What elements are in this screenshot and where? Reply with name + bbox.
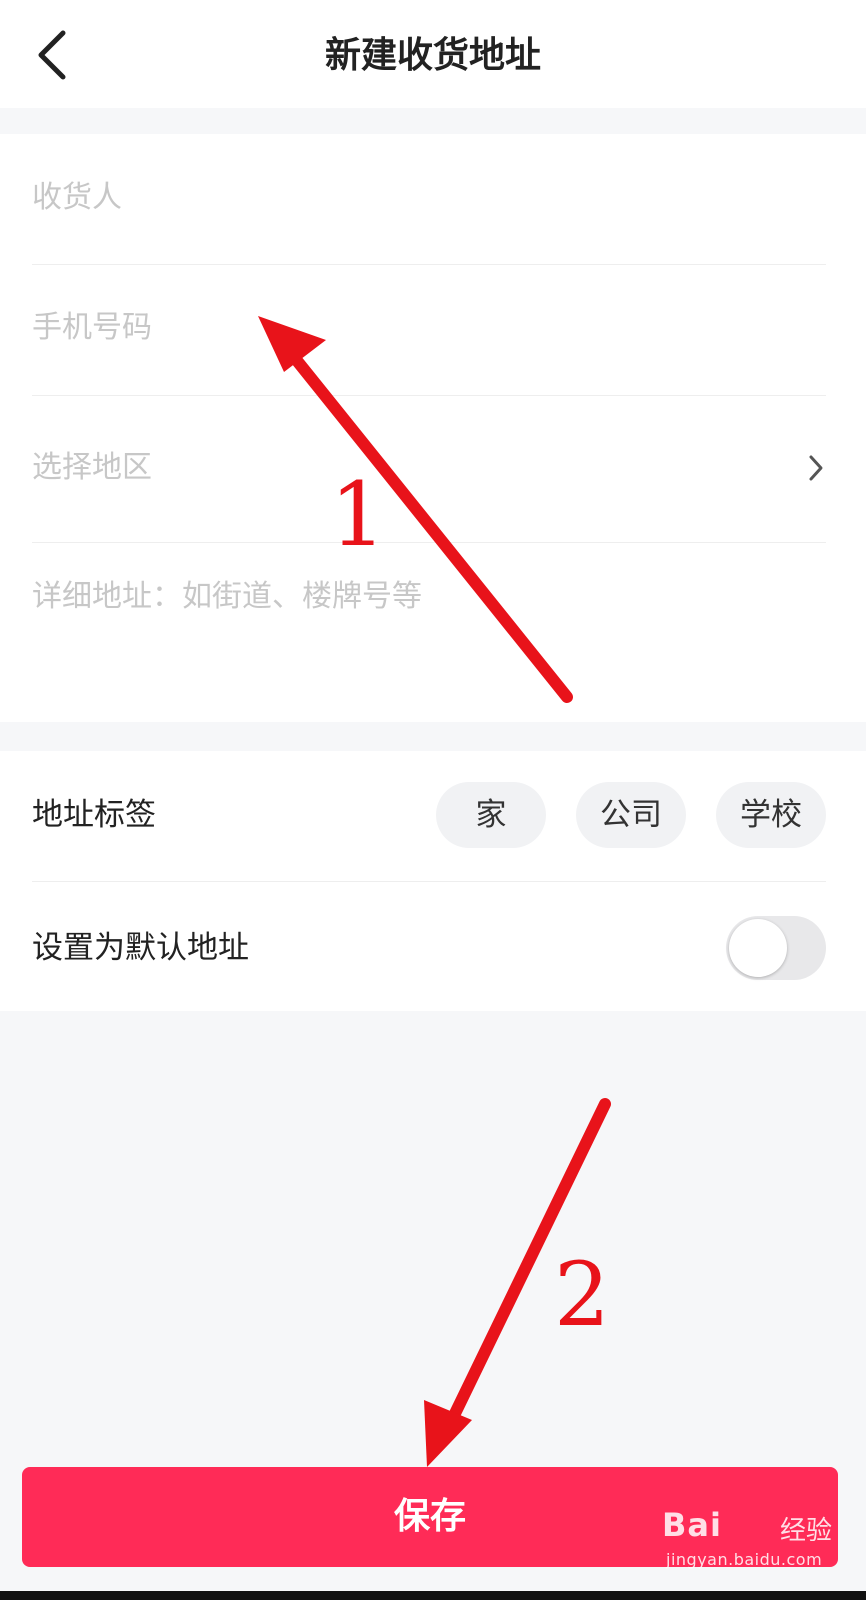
tag-school[interactable]: 学校 xyxy=(716,782,826,848)
address-options-card: 地址标签 家 公司 学校 设置为默认地址 xyxy=(0,751,866,1011)
region-selector[interactable]: 选择地区 xyxy=(32,396,826,543)
address-tag-label: 地址标签 xyxy=(32,797,156,833)
chevron-right-icon xyxy=(809,455,823,481)
detail-address-field[interactable]: 详细地址：如街道、楼牌号等 xyxy=(32,543,826,722)
detail-address-placeholder: 详细地址：如街道、楼牌号等 xyxy=(32,579,422,614)
tag-company[interactable]: 公司 xyxy=(576,782,686,848)
region-placeholder: 选择地区 xyxy=(32,450,152,485)
bottom-edge xyxy=(0,1591,866,1600)
phone-placeholder: 手机号码 xyxy=(32,310,152,345)
baidu-watermark: Bai 经验 jingyan.baidu.com xyxy=(662,1506,832,1578)
recipient-field[interactable]: 收货人 xyxy=(32,134,826,265)
default-address-toggle[interactable] xyxy=(726,916,826,980)
address-form-card: 收货人 手机号码 选择地区 详细地址：如街道、楼牌号等 xyxy=(0,134,866,722)
phone-field[interactable]: 手机号码 xyxy=(32,265,826,396)
address-tag-row: 地址标签 家 公司 学校 xyxy=(32,751,826,882)
annotation-step-1: 1 xyxy=(330,463,386,566)
annotation-step-2: 2 xyxy=(554,1243,610,1346)
watermark-url: jingyan.baidu.com xyxy=(666,1550,823,1569)
toggle-knob xyxy=(729,919,787,977)
default-address-label: 设置为默认地址 xyxy=(32,930,249,966)
watermark-brand: Bai xyxy=(662,1506,722,1544)
top-bar: 新建收货地址 xyxy=(0,0,866,108)
page-title: 新建收货地址 xyxy=(324,35,541,76)
default-address-row: 设置为默认地址 xyxy=(32,882,826,1011)
recipient-placeholder: 收货人 xyxy=(32,180,122,215)
tag-home[interactable]: 家 xyxy=(436,782,546,848)
watermark-brand-secondary: 经验 xyxy=(780,1516,833,1546)
